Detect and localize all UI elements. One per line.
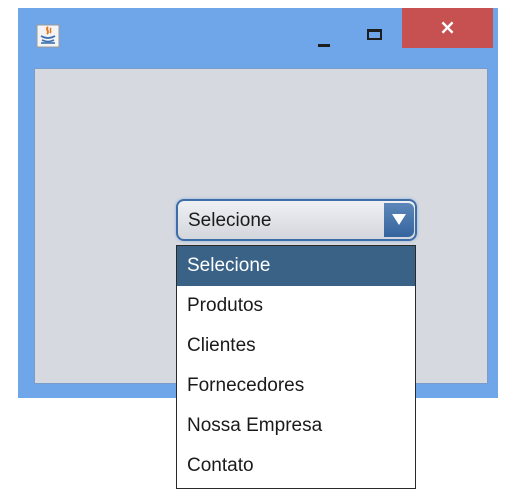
close-icon: ×	[439, 15, 456, 39]
combo-option-contato[interactable]: Contato	[177, 446, 415, 486]
maximize-button[interactable]	[354, 16, 398, 56]
combo-selected-value: Selecione	[188, 210, 272, 231]
maximize-icon	[367, 29, 382, 40]
combo-box[interactable]: Selecione	[176, 199, 417, 241]
minimize-icon	[318, 44, 330, 47]
combo-dropdown-button[interactable]	[384, 203, 414, 237]
chevron-down-icon	[392, 214, 406, 225]
close-button[interactable]: ×	[402, 8, 493, 48]
combo-option-produtos[interactable]: Produtos	[177, 286, 415, 326]
combo-options-list: Selecione Produtos Clientes Fornecedores…	[176, 245, 416, 489]
combo-option-fornecedores[interactable]: Fornecedores	[177, 366, 415, 406]
combo-option-nossa-empresa[interactable]: Nossa Empresa	[177, 406, 415, 446]
combo-option-clientes[interactable]: Clientes	[177, 326, 415, 366]
combo-option-selecione[interactable]: Selecione	[177, 246, 415, 286]
minimize-button[interactable]	[304, 16, 348, 56]
java-icon	[36, 24, 60, 48]
title-bar[interactable]: ×	[18, 8, 498, 68]
